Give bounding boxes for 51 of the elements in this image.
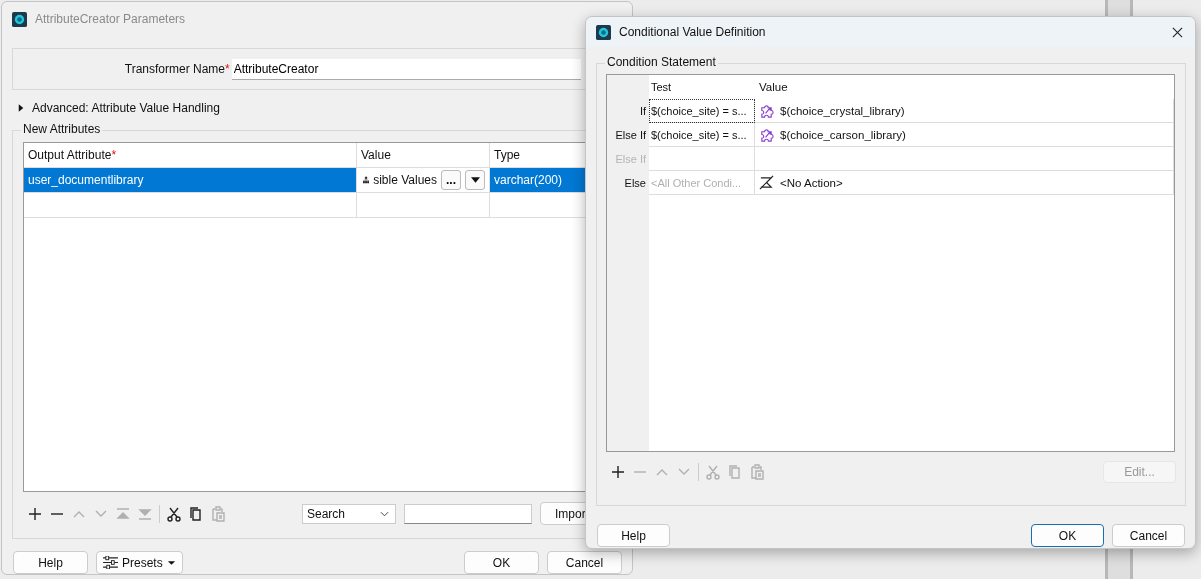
crossed-out-icon	[759, 175, 774, 190]
condition-label: Else If	[607, 123, 649, 147]
group-title: New Attributes	[21, 121, 103, 136]
test-cell[interactable]: $(choice_site) = s...	[649, 123, 755, 147]
close-icon[interactable]	[1172, 26, 1183, 38]
dropdown-button[interactable]	[465, 169, 485, 190]
help-button[interactable]: Help	[13, 551, 88, 574]
add-icon[interactable]	[27, 505, 43, 522]
table-cell[interactable]: user_documentlibrary	[24, 167, 357, 192]
help-button[interactable]: Help	[597, 524, 670, 547]
column-header[interactable]: Test	[649, 75, 755, 99]
window-title: Conditional Value Definition	[619, 25, 766, 39]
expand-arrow-icon	[18, 102, 24, 113]
sliders-icon	[103, 556, 118, 569]
required-mark: *	[225, 62, 230, 76]
column-header[interactable]: Value	[357, 142, 490, 167]
search-field[interactable]	[404, 503, 532, 524]
condition-label: Else	[607, 171, 649, 195]
value-cell[interactable]	[755, 147, 1174, 171]
column-header[interactable]: Output Attribute*	[24, 142, 357, 167]
value-cell[interactable]: <No Action>	[755, 171, 1174, 195]
add-icon[interactable]	[610, 464, 626, 480]
value-cell[interactable]: $(choice_crystal_library)	[755, 99, 1174, 123]
transformer-name-field[interactable]: AttributeCreator	[231, 58, 581, 80]
ok-button[interactable]: OK	[464, 551, 539, 574]
caret-icon	[470, 176, 480, 183]
group-title: Condition Statement	[605, 55, 718, 69]
row-header-corner	[607, 75, 649, 99]
more-button[interactable]: ...	[441, 169, 461, 190]
column-header[interactable]: Value	[755, 75, 1174, 99]
condition-label: Else If	[607, 147, 649, 171]
chevron-icon	[380, 510, 389, 517]
value-cell[interactable]: sible Values ...	[357, 167, 490, 192]
presets-button[interactable]: Presets	[96, 551, 183, 574]
puzzle-arrow-icon	[759, 127, 774, 142]
puzzle-arrow-icon	[759, 103, 774, 118]
cancel-button[interactable]: Cancel	[547, 551, 622, 574]
caret-icon	[166, 559, 176, 566]
condition-label: If	[607, 99, 649, 123]
value-text: sible Values	[373, 172, 437, 187]
test-cell[interactable]: $(choice_site) = s...	[649, 99, 755, 123]
app-icon	[596, 24, 611, 40]
search-dropdown[interactable]: Search	[302, 503, 396, 524]
ok-button[interactable]: OK	[1031, 524, 1104, 547]
app-icon	[12, 11, 27, 27]
cancel-button[interactable]: Cancel	[1112, 524, 1185, 547]
cut-icon[interactable]	[166, 505, 182, 522]
value-cell[interactable]: $(choice_carson_library)	[755, 123, 1174, 147]
field-label: Transformer Name	[123, 62, 225, 76]
copy-icon[interactable]	[188, 505, 204, 522]
window-title: AttributeCreator Parameters	[35, 12, 186, 26]
